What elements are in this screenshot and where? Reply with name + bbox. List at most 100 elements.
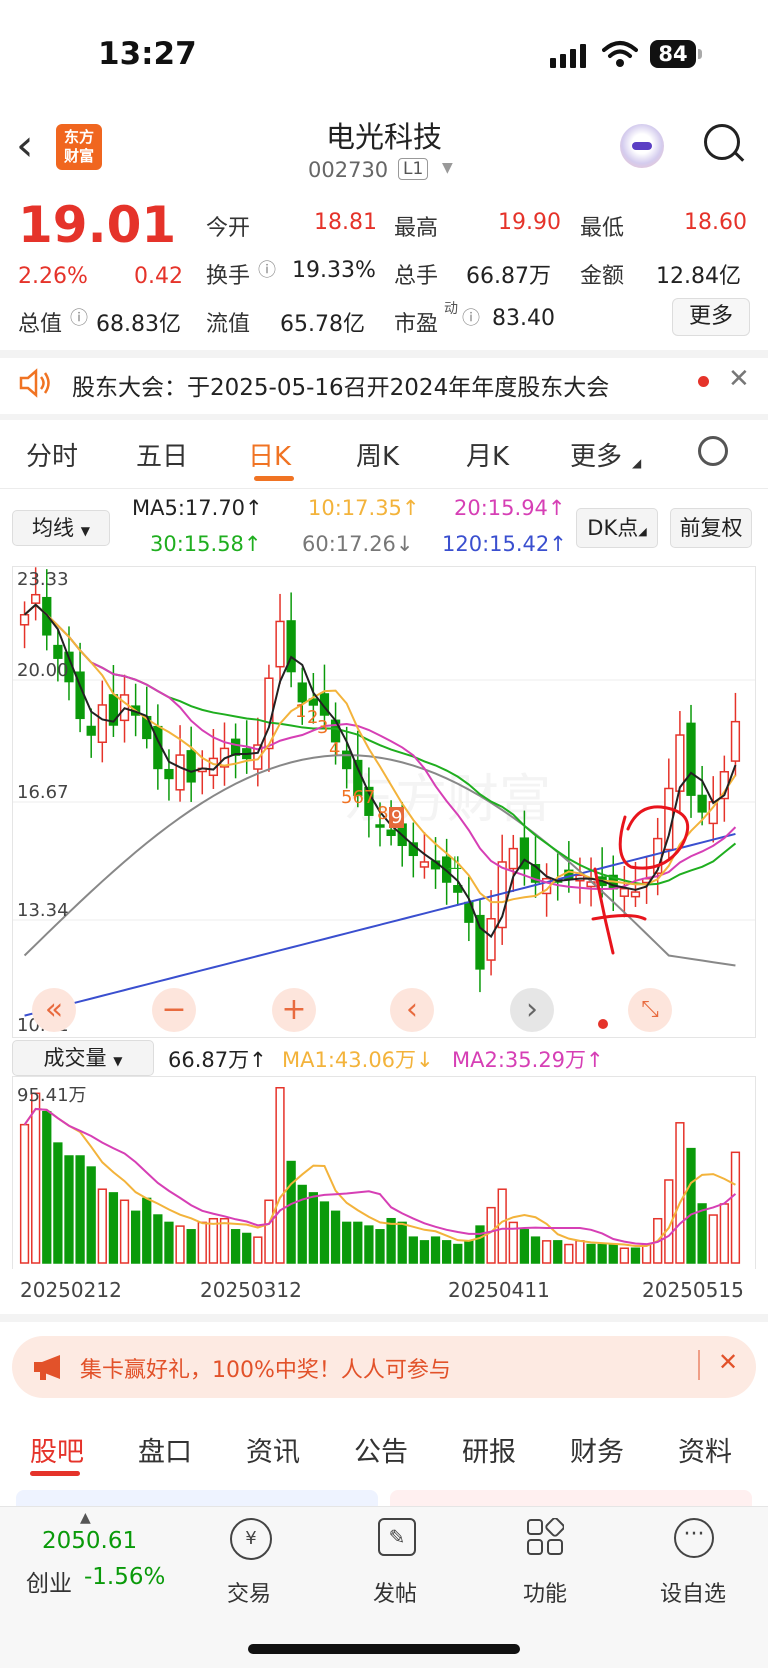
apps-icon[interactable] [526,1518,564,1556]
info-icon[interactable]: ⓘ [258,256,276,282]
adjust-button[interactable]: 前复权 [670,508,752,548]
more-quote-button[interactable]: 更多 [672,298,750,336]
volume-bar [286,1160,296,1264]
zoom-out-button[interactable]: − [152,988,196,1032]
volume-bar [230,1229,241,1264]
last-price: 19.01 [18,196,177,254]
candle-body [508,847,518,870]
volume-bar [530,1236,541,1264]
ma10-line [23,603,737,904]
tab-research[interactable]: 研报 [462,1430,516,1469]
low-value: 18.60 [684,210,747,235]
candle-body [86,725,96,736]
volume-bar [219,1217,230,1264]
tab-profile[interactable]: 资料 [678,1430,732,1469]
active-tab-indicator [30,1471,80,1476]
notice-bar[interactable]: 股东大会：于2025-05-16召开2024年年度股东大会 ✕ [0,352,768,414]
function-label[interactable]: 功能 [500,1576,590,1608]
amount-label: 金额 [580,264,625,289]
scroll-left-button[interactable]: ‹ [390,988,434,1032]
kline-chart[interactable]: 东方财富 23.33 20.00 16.67 13.34 10.01 1 2 3… [12,566,756,1038]
close-icon[interactable]: ✕ [718,1348,738,1376]
promo-banner[interactable]: 集卡赢好礼，100%中奖！人人可参与 ✕ [12,1336,756,1398]
ma10-value: 10:17.35↑ [308,496,420,520]
divider [698,1350,700,1380]
add-watchlist-label[interactable]: 设自选 [648,1576,738,1608]
chevron-down-icon[interactable]: ▼ [442,160,453,176]
price-axis-label: 23.33 [17,569,69,590]
volume-bar [142,1197,152,1264]
dk-point-button[interactable]: DK点◢ [576,508,658,548]
post-label[interactable]: 发帖 [350,1576,440,1608]
trade-icon[interactable]: ¥ [230,1518,272,1560]
volume-bar [630,1247,641,1264]
volume-bar [453,1243,463,1264]
turnover-value: 19.33% [292,258,376,283]
tab-finance[interactable]: 财务 [570,1430,624,1469]
volume-value: 66.87万 [466,264,551,289]
volume-bar [675,1122,685,1264]
ma60-value: 60:17.26↓ [302,532,414,556]
candle-body [475,914,485,970]
volume-bar [31,1092,41,1264]
card-peek [390,1490,752,1506]
tab-orderbook[interactable]: 盘口 [138,1430,192,1469]
scroll-right-button[interactable]: › [510,988,554,1032]
candle-body [619,887,630,897]
card-peek [16,1490,378,1506]
volume-select[interactable]: 成交量 ▼ [12,1040,154,1076]
ma30-value: 30:15.58↑ [150,532,262,556]
gear-icon[interactable] [698,436,728,466]
marker-1: 1 [295,701,307,722]
turnover-label: 换手 [206,264,251,289]
fullscreen-icon[interactable]: ⤡ [628,988,672,1032]
tab-five-day[interactable]: 五日 [136,436,188,473]
ma-select[interactable]: 均线 ▼ [12,510,110,546]
candle-body [53,644,63,659]
mktcap-value: 68.83亿 [96,312,181,337]
index-change[interactable]: -1.56% [84,1564,165,1590]
tab-news[interactable]: 资讯 [246,1430,300,1469]
megaphone-icon [34,1355,60,1380]
index-name[interactable]: 创业 [26,1564,72,1598]
info-icon[interactable]: ⓘ [462,304,480,330]
volume-bar [597,1243,607,1264]
volume-bar [541,1240,552,1264]
candle-body [375,824,385,828]
high-value: 19.90 [498,210,561,235]
tab-forum[interactable]: 股吧 [30,1430,84,1469]
volume-bar [97,1188,107,1264]
ma120-value: 120:15.42↑ [442,532,567,556]
wifi-icon [602,41,638,67]
volume-chart[interactable]: 95.41万 [12,1076,756,1269]
volume-bar [130,1210,141,1264]
volume-bar [386,1217,396,1264]
date-label: 20250515 [642,1278,744,1302]
more-dots-icon[interactable]: ··· [674,1518,714,1558]
tab-weekly-k[interactable]: 周K [356,436,399,473]
tab-daily-k[interactable]: 日K [248,436,291,473]
tab-minute[interactable]: 分时 [26,436,78,473]
search-icon[interactable] [704,124,740,160]
volume-bar [53,1142,63,1264]
volume-bar [364,1225,374,1264]
marker-567: 567 [341,787,376,808]
level-badge[interactable]: L1 [398,158,429,180]
zoom-in-button[interactable]: + [272,988,316,1032]
tab-more[interactable]: 更多 [570,436,622,473]
price-axis-label: 13.34 [17,900,69,921]
candle-body [297,682,307,703]
trade-label[interactable]: 交易 [204,1576,294,1608]
candle-body [630,891,641,898]
ma5-value: MA5:17.70↑ [132,496,263,520]
info-icon[interactable]: ⓘ [70,304,88,330]
edit-icon[interactable]: ✎ [378,1518,416,1556]
index-value[interactable]: 2050.61 [42,1528,137,1554]
tab-announcements[interactable]: 公告 [354,1430,408,1469]
volume-bars [19,1087,741,1264]
scroll-start-button[interactable]: « [32,988,76,1032]
tab-monthly-k[interactable]: 月K [466,436,509,473]
close-icon[interactable]: ✕ [728,364,750,394]
caret-up-icon: ▲ [80,1510,91,1526]
triangle-icon: ◢ [632,456,642,470]
